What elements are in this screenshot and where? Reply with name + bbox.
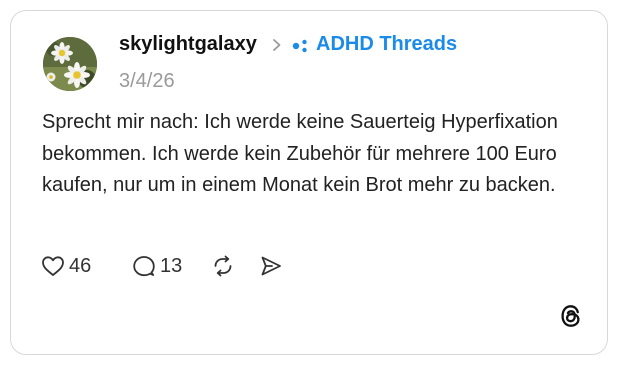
daisy-photo-avatar-icon <box>43 37 97 91</box>
reply-button[interactable]: 13 <box>132 253 182 279</box>
like-count: 46 <box>69 254 92 277</box>
like-button[interactable]: 46 <box>41 253 91 279</box>
post-date: 3/4/26 <box>119 70 175 92</box>
repost-button[interactable] <box>211 253 235 279</box>
speech-bubble-icon <box>133 256 155 277</box>
avatar[interactable] <box>43 37 97 91</box>
chevron-right-icon <box>273 39 281 51</box>
threads-logo-icon <box>561 305 580 327</box>
community-dots-icon <box>292 39 307 53</box>
heart-icon <box>42 256 64 276</box>
share-button[interactable] <box>259 253 283 279</box>
reply-count: 13 <box>160 254 183 277</box>
post-card: skylightgalaxy ADHD Threads 3/4/26 Sprec… <box>10 10 608 355</box>
username[interactable]: skylightgalaxy <box>119 33 257 56</box>
send-icon <box>261 256 281 276</box>
post-text: Sprecht mir nach: Ich werde keine Sauert… <box>42 111 558 196</box>
repost-icon <box>214 255 232 277</box>
community-link[interactable]: ADHD Threads <box>316 33 457 56</box>
